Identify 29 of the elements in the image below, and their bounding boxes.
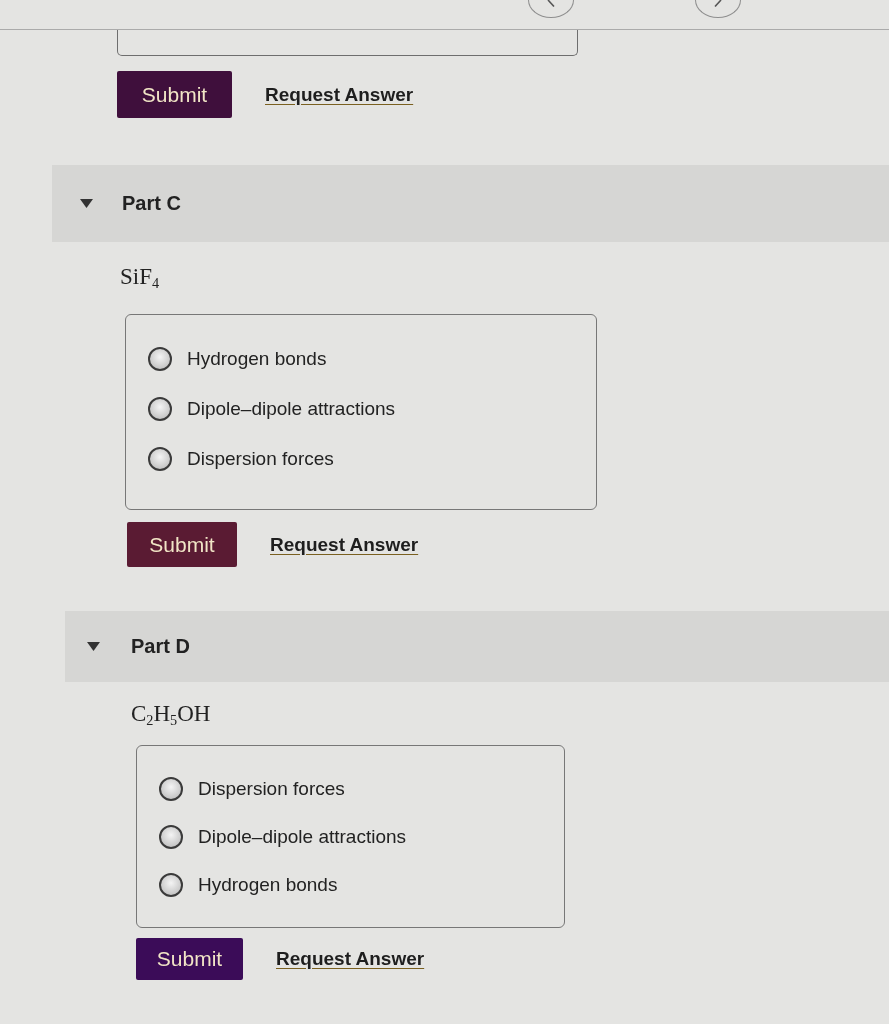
option-label[interactable]: Dispersion forces: [198, 778, 345, 800]
option-label[interactable]: Dipole–dipole attractions: [198, 826, 407, 848]
option-label[interactable]: Hydrogen bonds: [198, 874, 338, 896]
radio-button[interactable]: [159, 873, 183, 897]
formula-text: SiF$_{4}$: [120, 263, 160, 290]
part-title: Part C: [122, 192, 181, 215]
request-answer-link[interactable]: Request Answer: [265, 83, 414, 106]
part-header[interactable]: Part C: [52, 165, 889, 242]
radio-button[interactable]: [159, 777, 183, 801]
part-header[interactable]: Part D: [65, 611, 889, 682]
submit-button[interactable]: Submit: [127, 522, 237, 567]
radio-button[interactable]: [159, 825, 183, 849]
chevron-right-icon: [714, 0, 722, 7]
radio-button[interactable]: [148, 347, 172, 371]
submit-button[interactable]: Submit: [117, 71, 232, 118]
radio-button[interactable]: [148, 447, 172, 471]
chevron-left-icon: [547, 0, 555, 7]
option-label[interactable]: Dispersion forces: [187, 448, 334, 470]
option-label[interactable]: Dipole–dipole attractions: [187, 398, 396, 420]
option-label[interactable]: Hydrogen bonds: [187, 348, 327, 370]
part-title: Part D: [131, 635, 190, 658]
formula-text: C$_{2}$H$_{5}$OH: [131, 700, 211, 727]
caret-down-icon[interactable]: [87, 642, 100, 651]
request-answer-link[interactable]: Request Answer: [270, 533, 419, 556]
submit-button[interactable]: Submit: [136, 938, 243, 980]
request-answer-link[interactable]: Request Answer: [276, 948, 425, 970]
radio-button[interactable]: [148, 397, 172, 421]
answer-box[interactable]: [117, 30, 578, 56]
caret-down-icon[interactable]: [80, 199, 93, 208]
